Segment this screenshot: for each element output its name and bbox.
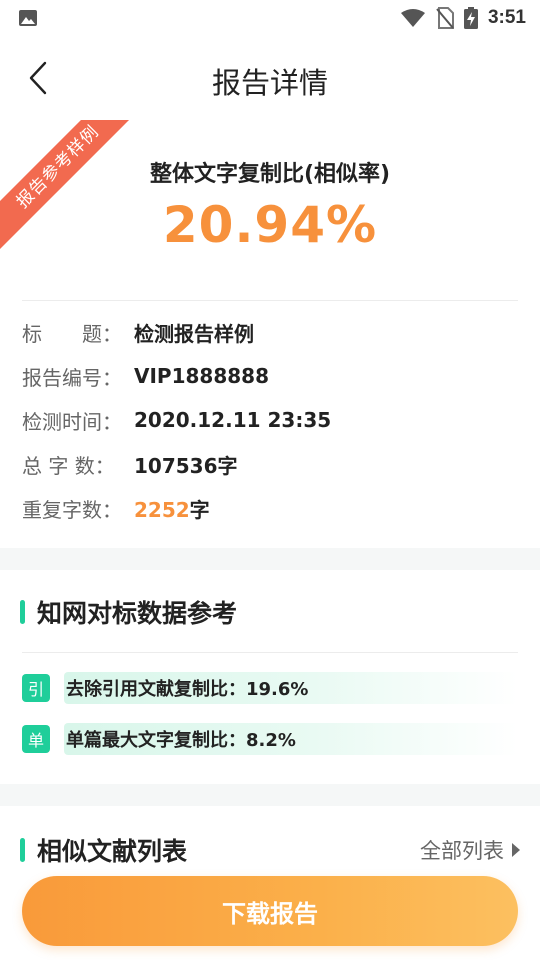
info-value: 107536字 bbox=[134, 453, 238, 478]
similar-section-header: 相似文献列表 全部列表 bbox=[20, 830, 520, 870]
info-value: VIP1888888 bbox=[134, 364, 269, 388]
metric-text: 单篇最大文字复制比：8.2% bbox=[66, 730, 296, 751]
metric-badge: 引 bbox=[22, 674, 50, 702]
nav-bar: 报告详情 bbox=[0, 40, 540, 116]
battery-charging-icon bbox=[463, 7, 478, 29]
info-row-number: 报告编号： VIP1888888 bbox=[22, 354, 518, 398]
cnki-section-header: 知网对标数据参考 bbox=[20, 592, 520, 632]
info-row-title: 标 题： 检测报告样例 bbox=[22, 310, 518, 354]
divider bbox=[22, 300, 518, 301]
info-value: 2252字 bbox=[134, 494, 210, 523]
chevron-right-icon bbox=[512, 843, 520, 857]
info-label: 报告编号： bbox=[22, 365, 122, 390]
metric-bar: 去除引用文献复制比：19.6% bbox=[64, 672, 518, 704]
info-row-time: 检测时间： 2020.12.11 23:35 bbox=[22, 398, 518, 442]
download-report-button[interactable]: 下载报告 bbox=[22, 876, 518, 946]
info-label: 检测时间： bbox=[22, 409, 122, 434]
wifi-icon bbox=[400, 9, 425, 27]
all-list-label: 全部列表 bbox=[420, 839, 504, 863]
page-title: 报告详情 bbox=[211, 66, 328, 100]
similarity-rate: 20.94% bbox=[162, 196, 378, 254]
no-sim-icon bbox=[436, 7, 454, 29]
section-separator bbox=[0, 548, 540, 570]
duplicate-count: 2252 bbox=[134, 497, 190, 522]
status-time: 3:51 bbox=[487, 7, 526, 28]
section-accent-bar bbox=[20, 600, 25, 624]
metric-bar: 单篇最大文字复制比：8.2% bbox=[64, 723, 518, 755]
metric-badge: 单 bbox=[22, 725, 50, 753]
metric-text: 去除引用文献复制比：19.6% bbox=[66, 679, 309, 700]
section-separator bbox=[0, 784, 540, 806]
info-row-total: 总 字 数： 107536字 bbox=[22, 442, 518, 486]
section-title: 知网对标数据参考 bbox=[37, 599, 238, 628]
similarity-title: 整体文字复制比(相似率) bbox=[149, 162, 391, 187]
all-list-link[interactable]: 全部列表 bbox=[420, 835, 520, 865]
info-value: 检测报告样例 bbox=[134, 321, 254, 346]
info-value: 2020.12.11 23:35 bbox=[134, 408, 332, 432]
image-icon bbox=[19, 10, 37, 26]
metric-row: 单 单篇最大文字复制比：8.2% bbox=[22, 723, 518, 755]
info-row-duplicate: 重复字数： 2252字 bbox=[22, 486, 518, 530]
report-info-list: 标 题： 检测报告样例 报告编号： VIP1888888 检测时间： 2020.… bbox=[22, 310, 518, 530]
metric-row: 引 去除引用文献复制比：19.6% bbox=[22, 672, 518, 704]
section-accent-bar bbox=[20, 838, 25, 862]
section-title: 相似文献列表 bbox=[37, 837, 188, 866]
divider bbox=[22, 652, 518, 653]
info-label: 总 字 数： bbox=[22, 453, 115, 478]
duplicate-unit: 字 bbox=[189, 497, 210, 522]
info-label: 重复字数： bbox=[22, 497, 122, 522]
info-label: 标 题： bbox=[22, 321, 122, 346]
status-bar: 3:51 bbox=[0, 0, 540, 36]
